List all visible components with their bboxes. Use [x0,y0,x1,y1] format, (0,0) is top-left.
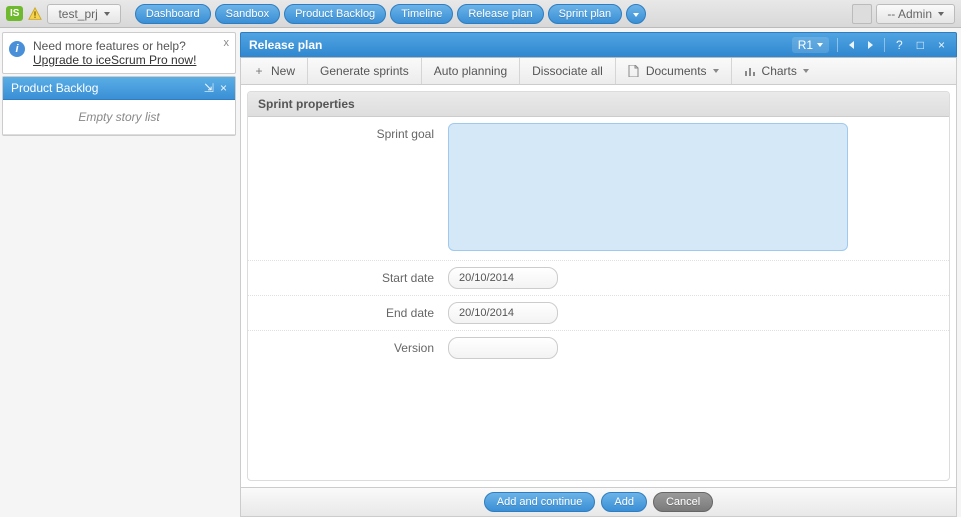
sprint-properties-panel: Sprint properties Sprint goal Start date [247,91,950,481]
end-date-input[interactable] [448,302,558,324]
chevron-down-icon [817,43,823,47]
sprint-properties-heading: Sprint properties [248,92,949,117]
project-selector-label: test_prj [58,7,97,21]
chevron-down-icon [803,69,809,73]
nav-more[interactable] [626,4,646,24]
chart-icon [744,65,756,77]
chevron-down-icon [713,69,719,73]
release-plan-title: Release plan [249,38,784,52]
generate-sprints-button[interactable]: Generate sprints [308,58,422,84]
chevron-down-icon [938,12,944,16]
row-sprint-goal: Sprint goal [248,117,949,261]
avatar [852,4,872,24]
empty-backlog-message: Empty story list [3,100,235,135]
info-banner: i Need more features or help? Upgrade to… [2,32,236,74]
new-label: New [271,64,295,78]
row-end-date: End date [248,296,949,331]
generate-sprints-label: Generate sprints [320,64,409,78]
nav-release-plan[interactable]: Release plan [457,4,543,24]
triangle-left-icon [849,41,854,49]
auto-planning-label: Auto planning [434,64,507,78]
warning-icon[interactable] [27,6,43,22]
info-line-1: Need more features or help? [33,39,196,53]
separator [884,38,885,52]
row-version: Version [248,331,949,365]
plus-icon: + [253,65,265,77]
release-plan-window: Release plan R1 ? □ × + New Generate spr… [238,28,961,517]
expand-icon[interactable]: ⇲ [204,81,214,95]
charts-menu[interactable]: Charts [732,58,821,84]
top-toolbar: IS test_prj Dashboard Sandbox Product Ba… [0,0,961,28]
cancel-button[interactable]: Cancel [653,492,713,512]
product-backlog-title: Product Backlog [11,81,198,95]
label-start-date: Start date [258,267,448,289]
row-start-date: Start date [248,261,949,296]
charts-label: Charts [762,64,797,78]
app-logo: IS [6,6,23,21]
close-icon[interactable]: × [220,81,227,95]
help-button[interactable]: ? [893,38,906,52]
new-button[interactable]: + New [241,58,308,84]
prev-button[interactable] [846,38,857,52]
add-and-continue-button[interactable]: Add and continue [484,492,596,512]
release-plan-header: Release plan R1 ? □ × [240,32,957,57]
triangle-right-icon [868,41,873,49]
release-selector[interactable]: R1 [792,37,829,53]
label-end-date: End date [258,302,448,324]
dissociate-all-button[interactable]: Dissociate all [520,58,616,84]
chevron-down-icon [104,12,110,16]
documents-label: Documents [646,64,707,78]
maximize-button[interactable]: □ [914,38,927,52]
add-button[interactable]: Add [601,492,647,512]
user-menu[interactable]: -- Admin [876,4,955,24]
release-toolbar: + New Generate sprints Auto planning Dis… [240,57,957,85]
nav-dashboard[interactable]: Dashboard [135,4,211,24]
start-date-input[interactable] [448,267,558,289]
content-area: i Need more features or help? Upgrade to… [0,28,961,517]
close-icon[interactable]: x [224,37,230,49]
left-column: i Need more features or help? Upgrade to… [0,28,238,517]
separator [837,38,838,52]
sprint-goal-input[interactable] [448,123,848,251]
product-backlog-header: Product Backlog ⇲ × [3,77,235,100]
release-body: Sprint properties Sprint goal Start date [240,85,957,488]
auto-planning-button[interactable]: Auto planning [422,58,520,84]
upgrade-link[interactable]: Upgrade to iceScrum Pro now! [33,53,196,67]
next-button[interactable] [865,38,876,52]
label-sprint-goal: Sprint goal [258,123,448,254]
chevron-down-icon [633,13,639,17]
product-backlog-panel: Product Backlog ⇲ × Empty story list [2,76,236,136]
project-selector[interactable]: test_prj [47,4,120,24]
close-button[interactable]: × [935,38,948,52]
release-badge-label: R1 [798,38,813,52]
nav-product-backlog[interactable]: Product Backlog [284,4,386,24]
sprint-properties-form: Sprint goal Start date End date [248,117,949,480]
documents-menu[interactable]: Documents [616,58,732,84]
nav-sandbox[interactable]: Sandbox [215,4,280,24]
release-footer: Add and continue Add Cancel [240,488,957,517]
nav-timeline[interactable]: Timeline [390,4,453,24]
dissociate-all-label: Dissociate all [532,64,603,78]
info-icon: i [9,41,25,57]
nav-sprint-plan[interactable]: Sprint plan [548,4,623,24]
document-icon [628,65,640,77]
user-menu-label: -- Admin [887,7,932,21]
label-version: Version [258,337,448,359]
info-text: Need more features or help? Upgrade to i… [33,39,196,67]
version-input[interactable] [448,337,558,359]
